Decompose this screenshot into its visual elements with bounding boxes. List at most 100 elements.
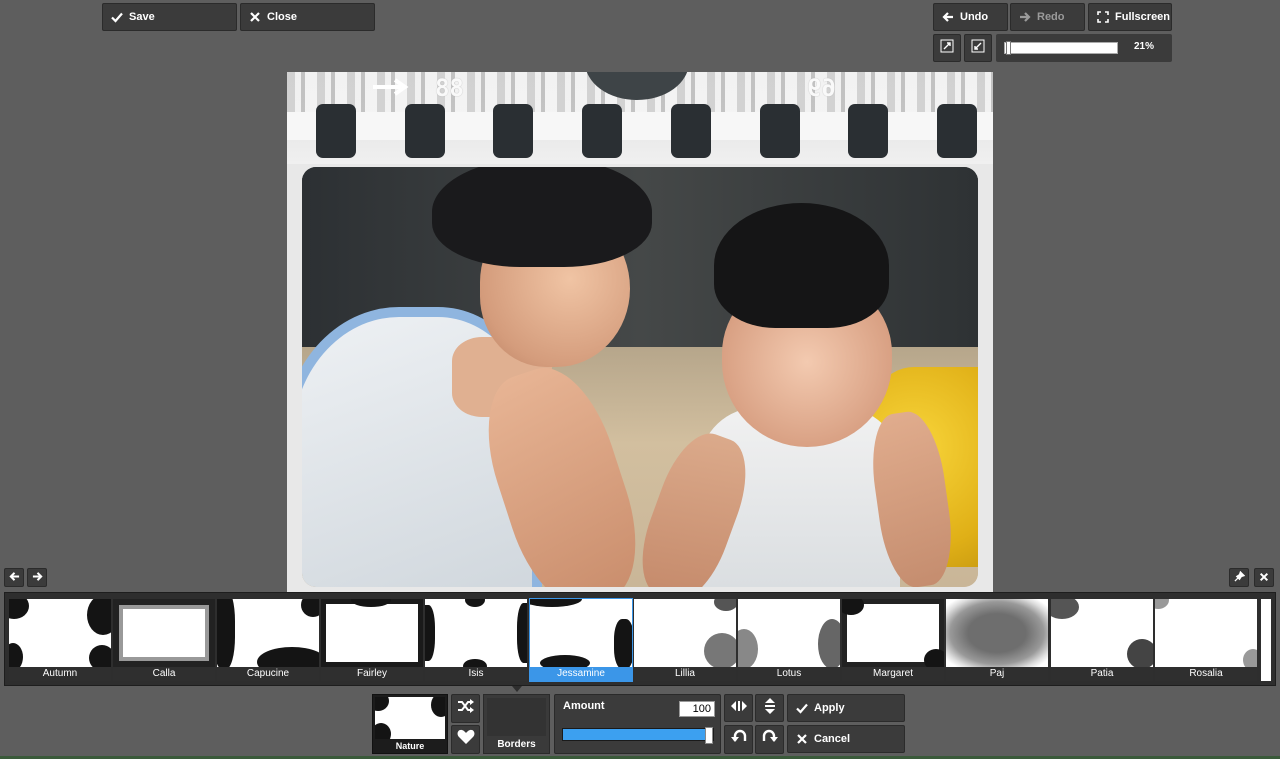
effect-category-label: Nature (395, 741, 425, 751)
amount-label: Amount (563, 700, 605, 712)
close-label: Close (267, 11, 297, 23)
flip-horizontal-button[interactable] (724, 694, 753, 722)
thumb-label: Fairley (321, 667, 423, 681)
strip-next-button[interactable] (27, 568, 47, 587)
zoom-percent: 21% (1133, 41, 1154, 52)
thumb-preview (321, 599, 423, 667)
flip-horizontal-icon (730, 699, 747, 717)
checkmark-icon (796, 702, 808, 714)
film-frame-top: 88 69 (287, 72, 993, 164)
pin-icon (1233, 569, 1245, 587)
thumb-lillia[interactable]: Lillia (634, 599, 736, 681)
effect-preview (375, 697, 445, 739)
thumb-label: Calla (113, 667, 215, 681)
thumb-capucine[interactable]: Capucine (217, 599, 319, 681)
thumb-preview (738, 599, 840, 667)
zoom-slider-handle[interactable] (1006, 41, 1011, 55)
borders-label: Borders (497, 739, 536, 750)
thumb-preview (634, 599, 736, 667)
thumb-margaret[interactable]: Margaret (842, 599, 944, 681)
heart-icon (457, 729, 475, 750)
fullscreen-button[interactable]: Fullscreen (1088, 3, 1172, 31)
thumb-preview (1155, 599, 1257, 667)
apply-button[interactable]: Apply (787, 694, 905, 722)
photo (302, 167, 978, 587)
thumb-fairley[interactable]: Fairley (321, 599, 423, 681)
thumb-jessamine[interactable]: Jessamine (529, 598, 633, 682)
thumb-preview (530, 599, 632, 667)
thumb-preview (425, 599, 527, 667)
rotate-right-button[interactable] (755, 725, 784, 754)
zoom-slider[interactable] (1004, 41, 1118, 55)
effect-category-nature[interactable]: Nature (372, 694, 448, 754)
undo-label: Undo (960, 11, 989, 23)
flip-vertical-icon (764, 697, 776, 719)
amount-input[interactable] (679, 701, 715, 717)
film-arrow-icon (373, 78, 409, 96)
zoom-control: 21% (996, 34, 1172, 62)
amount-slider-handle[interactable] (705, 727, 713, 744)
close-icon (796, 733, 808, 745)
thumb-label: Jessamine (530, 667, 632, 681)
thumb-preview (217, 599, 319, 667)
film-right-number: 69 (807, 74, 836, 102)
favorite-button[interactable] (451, 725, 480, 754)
fullscreen-label: Fullscreen (1115, 11, 1171, 23)
amount-panel: Amount (554, 694, 721, 754)
arrow-left-icon (942, 11, 954, 23)
arrow-left-icon (8, 569, 20, 587)
thumb-preview (946, 599, 1048, 667)
close-icon (249, 11, 261, 23)
thumb-label: Rosalia (1155, 667, 1257, 681)
strip-prev-button[interactable] (4, 568, 24, 587)
borders-tile[interactable]: Borders (483, 694, 550, 754)
cancel-label: Cancel (814, 733, 851, 745)
arrow-right-icon (32, 569, 43, 587)
apply-label: Apply (814, 702, 845, 714)
strip-close-button[interactable] (1254, 568, 1274, 587)
redo-label: Redo (1037, 11, 1065, 23)
thumb-label: Margaret (842, 667, 944, 681)
thumb-isis[interactable]: Isis (425, 599, 527, 681)
flip-vertical-button[interactable] (755, 694, 784, 722)
zoom-fit-icon (940, 39, 954, 58)
thumb-label: Capucine (217, 667, 319, 681)
arrow-right-icon (1019, 11, 1031, 23)
thumb-preview (1051, 599, 1153, 667)
amount-slider[interactable] (562, 727, 714, 744)
fullscreen-icon (1097, 11, 1109, 23)
rotate-left-button[interactable] (724, 725, 753, 754)
film-left-number: 88 (435, 74, 464, 102)
thumb-calla[interactable]: Calla (113, 599, 215, 681)
effect-filmstrip: Autumn Calla Capucine Fairley Isis Jessa… (4, 592, 1276, 686)
thumb-patia[interactable]: Patia (1051, 599, 1153, 681)
strip-scrollbar[interactable] (1261, 599, 1271, 681)
shuffle-icon (457, 699, 475, 718)
thumb-rosalia[interactable]: Rosalia (1155, 599, 1257, 681)
selection-caret (512, 686, 522, 692)
thumb-paj[interactable]: Paj (946, 599, 1048, 681)
zoom-actual-button[interactable] (964, 34, 992, 62)
pin-button[interactable] (1229, 568, 1249, 587)
redo-button[interactable]: Redo (1010, 3, 1085, 31)
save-button[interactable]: Save (102, 3, 237, 31)
save-label: Save (129, 11, 155, 23)
rotate-left-icon (730, 729, 747, 750)
image-canvas[interactable]: 88 69 (287, 72, 993, 593)
thumb-preview (113, 599, 215, 667)
close-icon (1259, 569, 1269, 587)
cancel-button[interactable]: Cancel (787, 725, 905, 753)
thumb-label: Lillia (634, 667, 736, 681)
thumb-label: Lotus (738, 667, 840, 681)
shuffle-button[interactable] (451, 694, 480, 723)
rotate-right-icon (762, 729, 778, 750)
thumb-autumn[interactable]: Autumn (9, 599, 111, 681)
borders-preview (487, 698, 546, 736)
thumb-label: Isis (425, 667, 527, 681)
thumb-label: Patia (1051, 667, 1153, 681)
undo-button[interactable]: Undo (933, 3, 1008, 31)
thumb-label: Autumn (9, 667, 111, 681)
thumb-lotus[interactable]: Lotus (738, 599, 840, 681)
close-button[interactable]: Close (240, 3, 375, 31)
zoom-fit-button[interactable] (933, 34, 961, 62)
